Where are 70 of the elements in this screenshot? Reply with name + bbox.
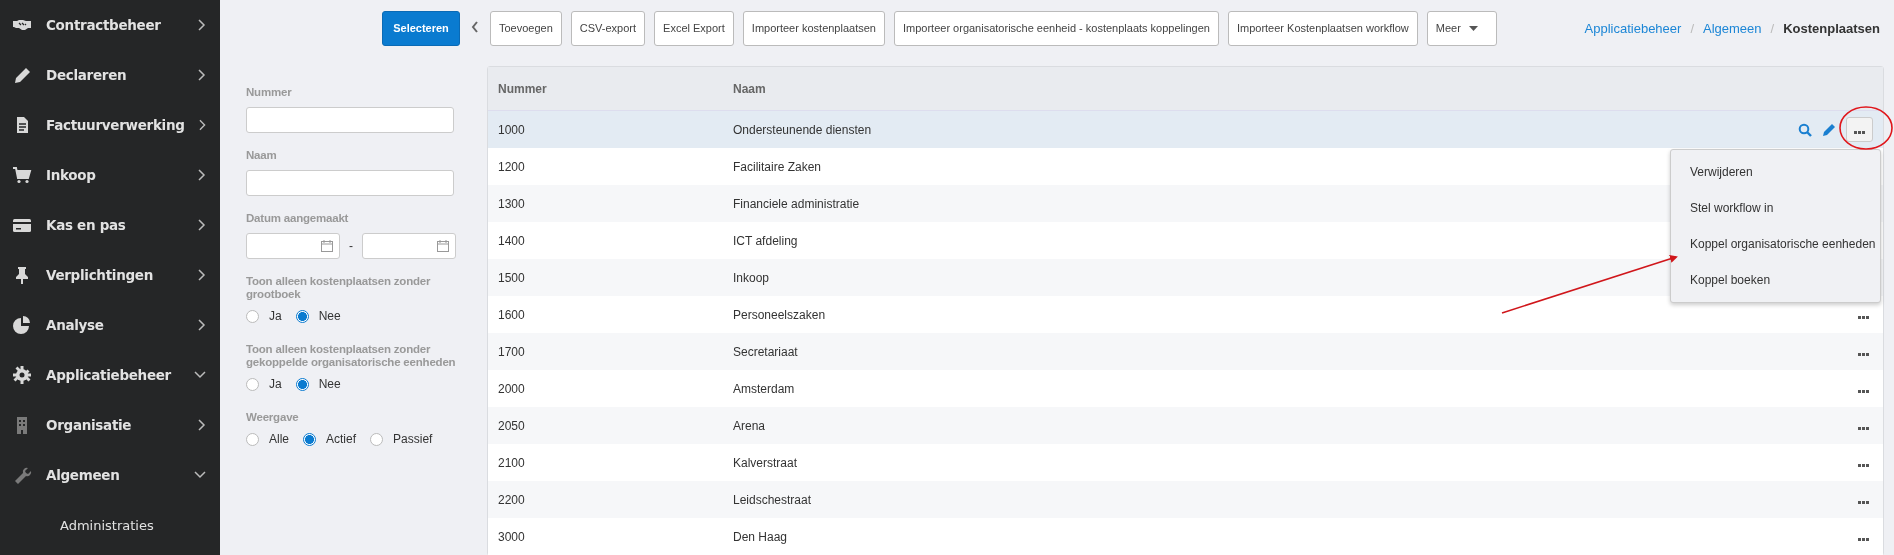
table-cell: Kalverstraat xyxy=(733,455,798,470)
sidebar-item[interactable]: Algemeen xyxy=(0,450,220,500)
radio-option[interactable]: Ja xyxy=(246,309,282,323)
breadcrumb-link[interactable]: Algemeen xyxy=(1703,20,1762,36)
menu-item[interactable]: Koppel organisatorische eenheden xyxy=(1671,226,1880,262)
table-cell: Arena xyxy=(733,418,766,433)
table-cell: Amsterdam xyxy=(733,381,795,396)
sidebar-item[interactable]: Applicatiebeheer xyxy=(0,350,220,400)
table-row[interactable]: 1000 Ondersteunende diensten xyxy=(488,111,1883,148)
table-cell-text: 2000 xyxy=(497,381,526,396)
sidebar-subitem[interactable]: Administraties xyxy=(0,500,220,550)
table-cell-text: 1200 xyxy=(497,159,526,174)
column-header: Naam xyxy=(733,81,767,96)
field-label: Datum aangemaakt xyxy=(246,212,350,225)
field-label: Weergave xyxy=(246,411,300,424)
field-label: Nummer xyxy=(246,86,293,99)
table-cell-text: 3000 xyxy=(497,529,526,544)
table-cell-text: 1700 xyxy=(497,344,526,359)
more-dropdown-button[interactable]: Meer xyxy=(1426,10,1497,46)
sidebar-item[interactable]: Analyse xyxy=(0,300,220,350)
table-cell-text: 1500 xyxy=(497,270,526,285)
table-cell: Facilitaire Zaken xyxy=(733,159,822,174)
radio-option[interactable]: Nee xyxy=(295,377,341,391)
field-label: Toon alleen kostenplaatsen zonder grootboek xyxy=(246,275,432,301)
table-cell-text: 1400 xyxy=(497,233,526,248)
menu-item[interactable]: Koppel boeken xyxy=(1671,262,1880,298)
radio-option[interactable]: Passief xyxy=(370,432,433,446)
table-cell-text: 1600 xyxy=(497,307,526,322)
breadcrumb-separator: / xyxy=(1770,20,1775,36)
breadcrumb-separator: / xyxy=(1690,20,1694,36)
table-cell: Secretariaat xyxy=(733,344,798,359)
radio-option[interactable]: Actief xyxy=(303,432,357,446)
table-cell: Leidschestraat xyxy=(733,492,812,507)
sidebar-item[interactable]: Organisatie xyxy=(0,400,220,450)
toolbar-button[interactable]: Toevoegen xyxy=(490,10,562,46)
toolbar-button[interactable]: Importeer organisatorische eenheid - kostenplaats koppelingen xyxy=(893,10,1219,46)
sidebar-item[interactable]: Verplichtingen xyxy=(0,250,220,300)
table-row[interactable]: 2050 Arena xyxy=(488,407,1883,444)
table-row[interactable]: 1700 Secretariaat xyxy=(488,333,1883,370)
breadcrumb-link[interactable]: Applicatiebeheer xyxy=(1584,20,1682,36)
table-cell: Financiele administratie xyxy=(733,196,860,211)
table-cell: Personeelszaken xyxy=(733,307,826,322)
toolbar-button[interactable]: Importeer Kostenplaatsen workflow xyxy=(1227,10,1418,46)
table-cell-text: 2050 xyxy=(497,418,526,433)
table-row[interactable]: 2200 Leidschestraat xyxy=(488,481,1883,518)
sidebar-item[interactable]: Kas en pas xyxy=(0,200,220,250)
select-button[interactable]: Selecteren xyxy=(382,10,460,46)
radio-option[interactable]: Nee xyxy=(295,309,341,323)
breadcrumb-current: Kostenplaatsen xyxy=(1783,20,1880,36)
table-cell-text: 1000 xyxy=(497,122,526,137)
field-label: Naam xyxy=(246,149,278,162)
table-cell-text: 2100 xyxy=(497,455,526,470)
radio-option[interactable]: Ja xyxy=(246,377,282,391)
sidebar-item[interactable]: Inkoop xyxy=(0,150,220,200)
column-header: Nummer xyxy=(497,81,548,96)
table-cell: Inkoop xyxy=(733,270,770,285)
sidebar-item[interactable]: Declareren xyxy=(0,50,220,100)
table-cell-text: 1300 xyxy=(497,196,526,211)
toolbar-button[interactable]: CSV-export xyxy=(570,10,646,46)
field-label: Toon alleen kostenplaatsen zonder gekoppelde organisatorische eenheden xyxy=(246,343,457,369)
toolbar-button[interactable]: Excel Export xyxy=(654,10,734,46)
toolbar-button[interactable]: Importeer kostenplaatsen xyxy=(742,10,885,46)
sidebar-item[interactable]: Contractbeheer xyxy=(0,0,220,50)
table-cell: Ondersteunende diensten xyxy=(733,122,872,137)
radio-option[interactable]: Alle xyxy=(246,432,289,446)
table-cell: ICT afdeling xyxy=(733,233,798,248)
sidebar-item[interactable]: Factuurverwerking xyxy=(0,100,220,150)
table-cell: Den Haag xyxy=(733,529,788,544)
date-range-separator: - xyxy=(349,239,353,253)
table-cell-text: 2200 xyxy=(497,492,526,507)
